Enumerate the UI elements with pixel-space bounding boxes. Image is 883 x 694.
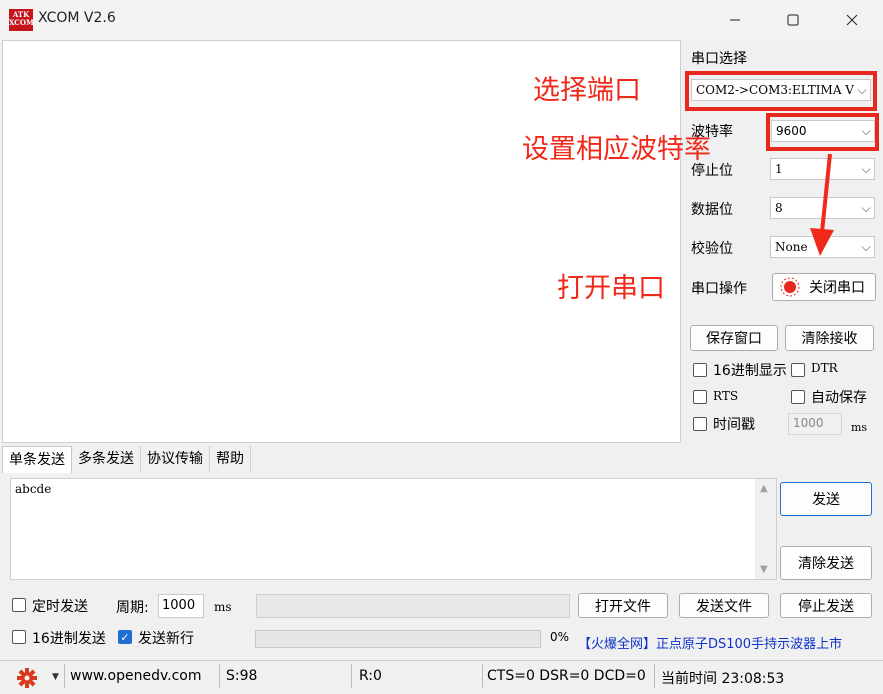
- annotation-set-baud: 设置相应波特率: [522, 134, 711, 165]
- scroll-down-icon: ▼: [760, 564, 768, 575]
- port-label: 串口选择: [691, 51, 747, 67]
- promo-link[interactable]: 【火爆全网】正点原子DS100手持示波器上市: [578, 633, 842, 652]
- annotation-select-port: 选择端口: [533, 75, 641, 106]
- file-path-field[interactable]: [256, 594, 570, 618]
- rts-checkbox[interactable]: [693, 390, 707, 404]
- open-file-label: 打开文件: [595, 598, 651, 615]
- arrow-down-icon: [810, 153, 834, 256]
- timed-send-checkbox[interactable]: [12, 598, 26, 612]
- close-port-label: 关闭串口: [809, 280, 865, 296]
- send-text: abcde: [15, 482, 52, 496]
- dropdown-arrow-icon[interactable]: ▼: [52, 672, 59, 682]
- received-count: R:0: [359, 668, 382, 684]
- send-file-button[interactable]: 发送文件: [679, 593, 769, 618]
- tab-single-send[interactable]: 单条发送: [2, 446, 72, 473]
- period-unit: ms: [214, 600, 232, 614]
- send-button[interactable]: 发送: [780, 482, 872, 516]
- baud-highlight-box: [766, 113, 879, 151]
- clear-send-label: 清除发送: [798, 556, 854, 572]
- rts-label: RTS: [713, 389, 739, 403]
- send-scrollbar[interactable]: ▲ ▼: [755, 479, 776, 579]
- chevron-down-icon: ⌵: [861, 161, 871, 176]
- maximize-icon: [787, 14, 799, 26]
- sent-count: S:98: [226, 668, 258, 684]
- status-separator: [219, 664, 220, 688]
- timestamp-label: 时间戳: [713, 417, 755, 433]
- timestamp-interval-field[interactable]: 1000: [788, 413, 842, 435]
- send-tabs: 单条发送 多条发送 协议传输 帮助: [2, 446, 678, 474]
- status-separator: [482, 664, 483, 688]
- hex-send-label: 16进制发送: [32, 631, 106, 647]
- dtr-label: DTR: [811, 361, 838, 375]
- status-separator: [654, 664, 655, 688]
- minimize-icon: [730, 19, 740, 21]
- timestamp-checkbox[interactable]: [693, 417, 707, 431]
- dtr-checkbox[interactable]: [791, 363, 805, 377]
- close-port-button[interactable]: 关闭串口: [772, 273, 876, 301]
- stop-send-label: 停止发送: [798, 598, 854, 615]
- annotation-open-port: 打开串口: [557, 273, 665, 304]
- auto-save-label: 自动保存: [811, 390, 867, 406]
- chevron-down-icon: ⌵: [861, 239, 871, 254]
- save-window-button[interactable]: 保存窗口: [690, 325, 778, 351]
- hex-display-checkbox[interactable]: [693, 363, 707, 377]
- data-bits-label: 数据位: [691, 202, 733, 218]
- period-label: 周期:: [116, 600, 149, 616]
- clear-receive-label: 清除接收: [801, 331, 858, 347]
- port-operation-label: 串口操作: [691, 281, 747, 297]
- open-file-button[interactable]: 打开文件: [578, 593, 668, 618]
- modem-lines-status: CTS=0 DSR=0 DCD=0: [487, 668, 646, 684]
- website-link[interactable]: www.openedv.com: [70, 668, 202, 684]
- send-text-area[interactable]: abcde: [10, 478, 777, 580]
- status-separator: [64, 664, 65, 688]
- parity-label: 校验位: [691, 241, 733, 257]
- hex-display-label: 16进制显示: [713, 363, 787, 379]
- stop-send-button[interactable]: 停止发送: [780, 593, 872, 618]
- send-progress-bar: [255, 630, 541, 648]
- hex-send-checkbox[interactable]: [12, 630, 26, 644]
- tab-multi-send[interactable]: 多条发送: [72, 446, 141, 472]
- tab-help[interactable]: 帮助: [210, 446, 251, 472]
- baud-label: 波特率: [691, 124, 733, 140]
- current-time: 当前时间 23:08:53: [661, 671, 785, 687]
- clear-send-button[interactable]: 清除发送: [780, 546, 872, 580]
- stop-bits-label: 停止位: [691, 163, 733, 179]
- close-icon: [846, 14, 858, 26]
- clear-receive-button[interactable]: 清除接收: [785, 325, 874, 351]
- minimize-button[interactable]: [706, 0, 764, 40]
- settings-gear-icon[interactable]: [16, 667, 38, 689]
- port-status-led-icon: [780, 277, 800, 297]
- timed-send-label: 定时发送: [32, 599, 88, 615]
- scroll-up-icon: ▲: [760, 483, 768, 494]
- chevron-down-icon: ⌵: [861, 200, 871, 215]
- app-logo-icon: ATK XCOM: [9, 9, 34, 31]
- auto-save-checkbox[interactable]: [791, 390, 805, 404]
- send-newline-checkbox[interactable]: ✓: [118, 630, 132, 644]
- tab-protocol[interactable]: 协议传输: [141, 446, 210, 472]
- save-window-label: 保存窗口: [706, 331, 762, 347]
- send-newline-label: 发送新行: [138, 631, 194, 647]
- period-input[interactable]: 1000: [158, 594, 204, 618]
- port-highlight-box: [685, 71, 877, 111]
- status-separator: [351, 664, 352, 688]
- progress-percent: 0%: [550, 630, 570, 644]
- window-title: XCOM V2.6: [38, 10, 116, 26]
- timestamp-unit: ms: [851, 421, 868, 434]
- send-label: 发送: [812, 492, 840, 508]
- maximize-button[interactable]: [764, 0, 822, 40]
- send-file-label: 发送文件: [696, 598, 752, 615]
- close-button[interactable]: [823, 0, 881, 40]
